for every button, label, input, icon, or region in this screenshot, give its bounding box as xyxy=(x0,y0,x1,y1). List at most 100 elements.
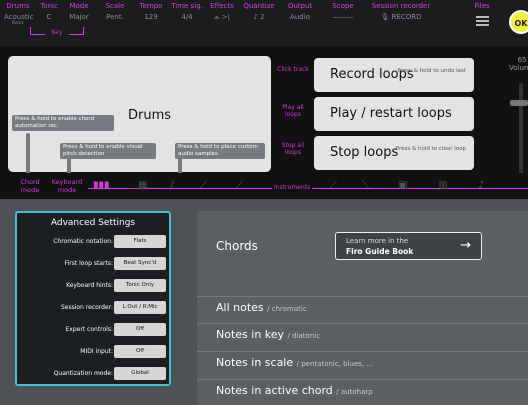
guide-line1: Learn more in the xyxy=(346,237,409,245)
volume-readout: 65 Volume xyxy=(509,56,528,72)
setting-midi-input: MIDI input: Off xyxy=(17,345,173,359)
note-row-title: Notes in scale xyxy=(216,356,294,369)
note-row-subtitle: / chromatic xyxy=(267,305,307,313)
record-value: 🎙 RECORD xyxy=(380,13,422,21)
drums-kit-selector[interactable]: Drums Acoustic Basic xyxy=(4,2,34,26)
scope-line: ——— xyxy=(332,13,354,21)
volume-label: Volume xyxy=(509,64,528,72)
session-recorder-label: Session recorder xyxy=(371,2,431,10)
chords-title[interactable]: Chords xyxy=(216,239,258,253)
setting-label: Quantization mode: xyxy=(53,370,113,377)
mode-selector[interactable]: Mode Major xyxy=(65,2,93,21)
session-recorder-setting-button[interactable]: L:Out / R:Mic xyxy=(114,301,166,314)
note-row-notes-in-key[interactable]: Notes in key / diatonic xyxy=(197,323,528,345)
output-label: Output xyxy=(287,2,313,10)
key-bracket: Key xyxy=(30,27,84,36)
drums-kit-value: Acoustic xyxy=(4,13,34,21)
menu-icon[interactable] xyxy=(476,16,489,26)
first-loop-starts-button[interactable]: Beat Sync'd xyxy=(114,257,166,270)
midi-input-button[interactable]: Off xyxy=(114,345,166,358)
tempo-selector[interactable]: Tempo 129 xyxy=(136,2,166,21)
effects-selector[interactable]: Effects ⩕ >| xyxy=(207,2,237,22)
keyboard-instrument-icon[interactable]: ▮▮▮ xyxy=(93,180,110,191)
custom-samples-hint: Press & hold to place custom audio sampl… xyxy=(175,143,265,159)
grid-instrument-icon[interactable]: ▦ xyxy=(138,180,147,191)
volume-slider-track[interactable] xyxy=(519,83,523,175)
guide-book-button[interactable]: Learn more in the Firo Guide Book → xyxy=(335,232,482,260)
note-row-subtitle: / autoharp xyxy=(336,388,373,396)
note-row-title: Notes in key xyxy=(216,328,285,341)
setting-label: Expert controls: xyxy=(65,326,113,333)
drums-kit-label: Drums xyxy=(6,2,30,10)
harp-instrument-icon[interactable]: ▥ xyxy=(438,180,447,191)
setting-session-recorder: Session recorder: L:Out / R:Mic xyxy=(17,301,173,315)
stop-loops-hint: Press & hold to clear loop xyxy=(395,146,466,152)
files-label: Files xyxy=(474,2,490,10)
play-restart-loops-label: Play / restart loops xyxy=(330,106,452,121)
note-row-title: All notes xyxy=(216,301,264,314)
note-row-title: Notes in active chord xyxy=(216,384,333,397)
chord-automation-hint-stem xyxy=(26,133,30,177)
session-recorder-button[interactable]: Session recorder 🎙 RECORD xyxy=(364,2,438,21)
note-row-all-notes[interactable]: All notes / chromatic xyxy=(197,296,528,318)
click-track-button[interactable]: Click track xyxy=(276,66,310,73)
output-selector[interactable]: Output Audio xyxy=(285,2,315,21)
ok-button[interactable]: OK xyxy=(509,10,528,34)
drums-kit-subvalue: Basic xyxy=(12,21,24,26)
arrow-right-icon: → xyxy=(460,238,471,253)
setting-label: Chromatic notation: xyxy=(53,238,113,245)
note-instrument-icon[interactable]: ♪ xyxy=(478,180,484,191)
guitar-instrument-icon[interactable]: ⟋ xyxy=(200,180,207,191)
output-value: Audio xyxy=(290,13,310,21)
violin-instrument-icon[interactable]: ⟋ xyxy=(330,180,337,191)
files-button[interactable]: Files xyxy=(469,2,495,10)
volume-slider-thumb[interactable] xyxy=(510,100,528,106)
expert-controls-button[interactable]: Off xyxy=(114,323,166,336)
setting-label: Keyboard hints: xyxy=(66,282,113,289)
time-signature-selector[interactable]: Time sig. 4/4 xyxy=(170,2,204,21)
stop-loops-button[interactable]: Stop loops Press & hold to clear loop xyxy=(314,136,474,170)
setting-first-loop-starts: First loop starts: Beat Sync'd xyxy=(17,257,173,271)
note-row-notes-in-scale[interactable]: Notes in scale / pentatonic, blues, ... xyxy=(197,351,528,373)
pitch-detection-hint: Press & hold to enable visual pitch dete… xyxy=(60,143,156,159)
scale-selector[interactable]: Scale Pent. xyxy=(100,2,130,21)
setting-label: First loop starts: xyxy=(64,260,113,267)
bass-instrument-icon[interactable]: ⟋ xyxy=(236,180,243,191)
stop-all-loops-button[interactable]: Stop all loops xyxy=(276,142,310,156)
scope-display[interactable]: Scope ——— xyxy=(326,2,360,21)
accordion-instrument-icon[interactable]: ▣ xyxy=(398,180,407,191)
quantize-label: Quantize xyxy=(243,2,275,10)
tonic-value: C xyxy=(46,13,52,21)
note-row-active-chord[interactable]: Notes in active chord / autoharp xyxy=(197,379,528,401)
chord-automation-hint: Press & hold to enable chord automation … xyxy=(12,115,114,131)
quantization-mode-button[interactable]: Global xyxy=(114,367,166,380)
scale-value: Pent. xyxy=(106,13,124,21)
tonic-selector[interactable]: Tonic C xyxy=(36,2,62,21)
strings-instrument-icon[interactable]: ⫽ xyxy=(170,180,174,191)
record-loops-hint: Press & hold to undo last xyxy=(397,68,466,74)
chromatic-notation-button[interactable]: Flats xyxy=(114,235,166,248)
quantize-selector[interactable]: Quantize ♪ 2 xyxy=(242,2,276,21)
setting-expert-controls: Expert controls: Off xyxy=(17,323,173,337)
mode-label: Mode xyxy=(69,2,89,10)
setting-label: MIDI input: xyxy=(80,348,113,355)
quantize-value: ♪ 2 xyxy=(253,13,265,21)
note-row-subtitle: / pentatonic, blues, ... xyxy=(296,360,374,368)
mode-value: Major xyxy=(69,13,89,21)
drums-title: Drums xyxy=(128,108,172,123)
volume-value: 65 xyxy=(517,56,527,64)
effects-label: Effects xyxy=(210,2,234,10)
setting-label: Session recorder: xyxy=(60,304,113,311)
advanced-settings-title: Advanced Settings xyxy=(50,218,136,228)
record-loops-button[interactable]: Record loops Press & hold to undo last xyxy=(314,58,474,92)
keyboard-hints-button[interactable]: Tonic Only xyxy=(114,279,166,292)
trombone-instrument-icon[interactable]: ⟍ xyxy=(362,180,369,191)
play-all-loops-button[interactable]: Play all loops xyxy=(276,104,310,118)
chord-mode-tab[interactable]: Chord mode xyxy=(15,178,45,194)
key-label: Key xyxy=(45,29,69,36)
time-signature-value: 4/4 xyxy=(181,13,193,21)
play-restart-loops-button[interactable]: Play / restart loops xyxy=(314,97,474,131)
keyboard-mode-tab[interactable]: Keyboard mode xyxy=(46,178,88,194)
top-toolbar: Drums Acoustic Basic Tonic C Mode Major … xyxy=(0,0,528,46)
scale-label: Scale xyxy=(105,2,125,10)
